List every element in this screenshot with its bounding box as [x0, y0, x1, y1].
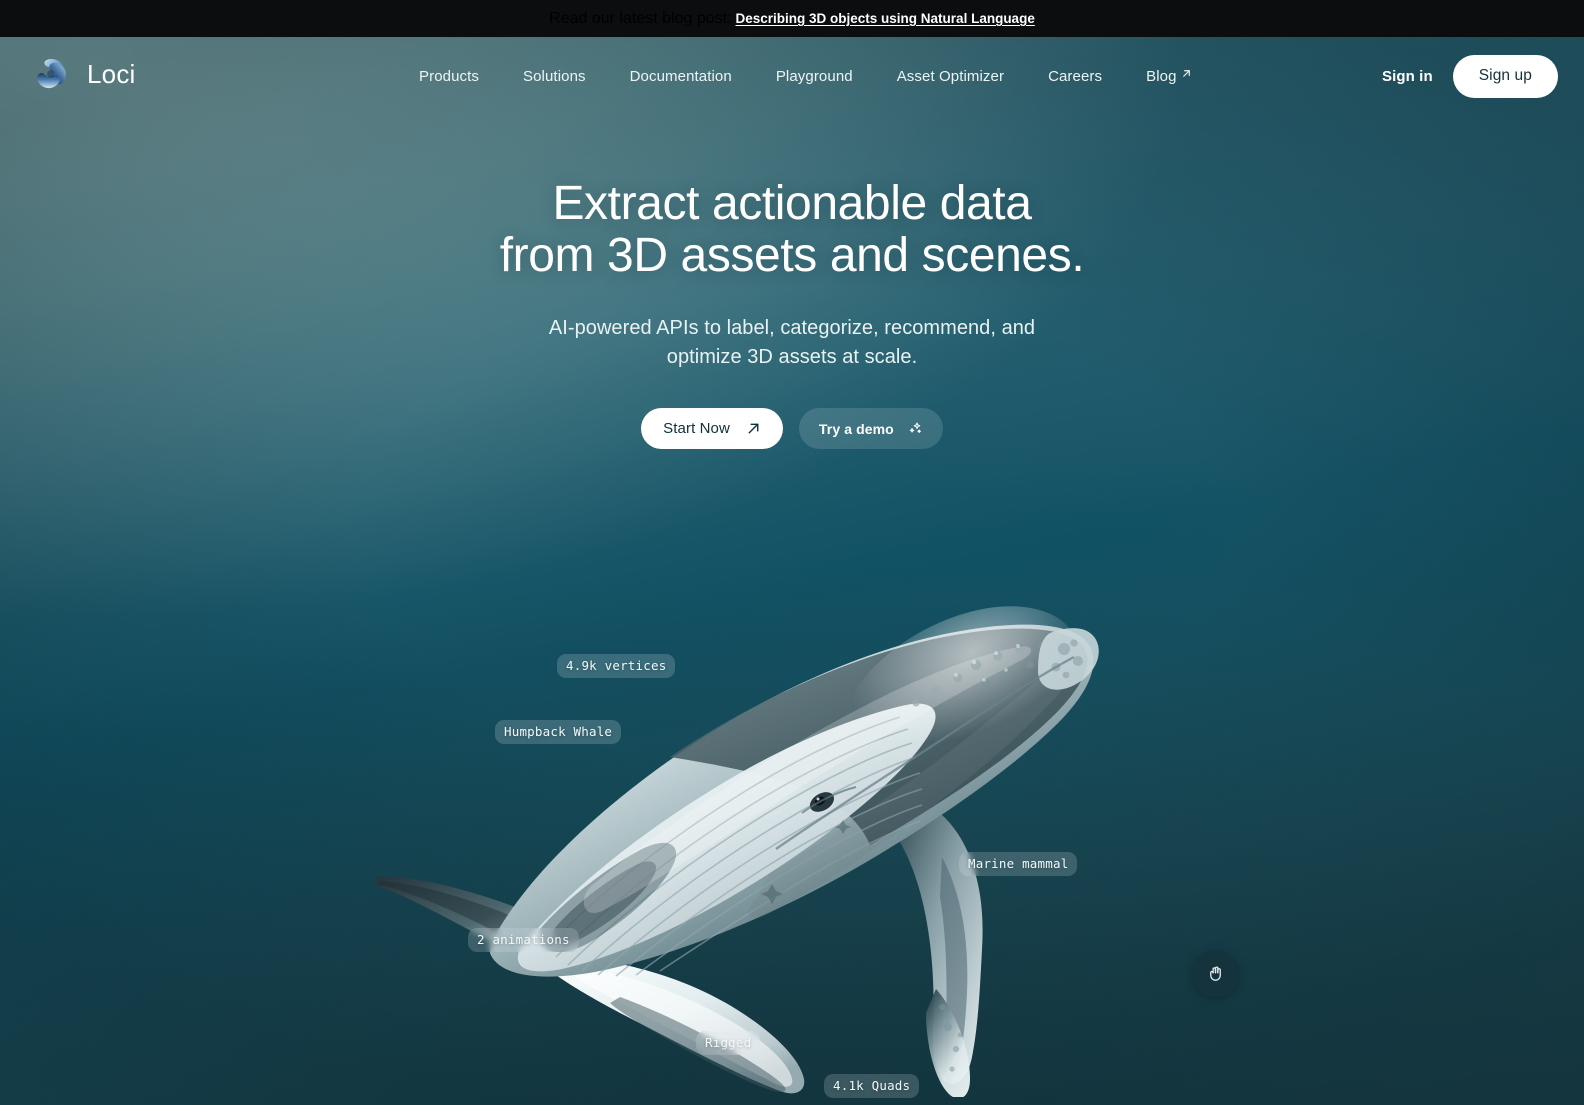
nav-actions: Sign in Sign up: [1382, 37, 1558, 115]
nav-item-blog-label: Blog: [1146, 67, 1177, 85]
nav-item-solutions[interactable]: Solutions: [501, 68, 608, 85]
grab-control-button[interactable]: [1192, 950, 1239, 997]
nav-item-playground-label: Playground: [775, 67, 853, 85]
hero-subtitle-line-2: optimize 3D assets at scale.: [666, 346, 918, 369]
sparkles-icon: [909, 422, 921, 434]
try-a-demo-label: Try a demo: [818, 420, 894, 437]
annotation-marine: Marine mammal: [959, 852, 1078, 876]
nav-item-documentation-label: Documentation: [629, 67, 732, 85]
nav-item-asset-optimizer[interactable]: Asset Optimizer: [875, 68, 1026, 85]
hero-page: 4.9k vertices Humpback Whale Marine mamm…: [0, 37, 1584, 1105]
annotation-species: Humpback Whale: [495, 720, 622, 744]
sign-up-button[interactable]: Sign up: [1452, 54, 1558, 98]
external-link-arrow-icon: [1182, 70, 1190, 77]
nav-item-products[interactable]: Products: [397, 68, 501, 85]
cta-row: Start Now Try a demo: [641, 408, 943, 450]
annotation-quads: 4.1k Quads: [824, 1074, 920, 1098]
brand-name: Loci: [87, 58, 136, 89]
hand-grab-icon: [1210, 966, 1221, 981]
nav-item-playground[interactable]: Playground: [754, 68, 875, 85]
start-now-label: Start Now: [663, 420, 730, 438]
annotation-animations: 2 animations: [468, 928, 579, 952]
sign-in-button[interactable]: Sign in: [1382, 68, 1433, 85]
try-a-demo-button[interactable]: Try a demo: [798, 408, 943, 450]
start-now-button[interactable]: Start Now: [641, 408, 783, 450]
nav-item-solutions-label: Solutions: [523, 67, 586, 85]
nav-links: Products Solutions Documentation Playgro…: [397, 37, 1214, 115]
nav-item-careers-label: Careers: [1048, 67, 1103, 85]
loci-swirl-logo-icon: [37, 59, 66, 89]
page-title: Extract actionable data from 3D assets a…: [499, 177, 1085, 283]
annotation-rigged: Rigged: [696, 1031, 761, 1055]
nav-item-documentation[interactable]: Documentation: [608, 68, 754, 85]
nav-item-products-label: Products: [419, 67, 479, 85]
arrow-up-right-icon: [748, 423, 759, 434]
brand-home-link[interactable]: Loci: [31, 54, 136, 94]
hero-title-line-1: Extract actionable data: [552, 177, 1032, 230]
main-navbar: Loci Products Solutions Documentation Pl…: [0, 37, 1584, 115]
hero-subtitle: AI-powered APIs to label, categorize, re…: [549, 314, 1035, 373]
hero-title-line-2: from 3D assets and scenes.: [499, 229, 1085, 283]
announcement-link[interactable]: Describing 3D objects using Natural Lang…: [736, 11, 1035, 26]
announcement-bar: Read our latest blog post: Describing 3D…: [0, 0, 1584, 37]
nav-item-blog[interactable]: Blog: [1124, 68, 1213, 85]
humpback-whale-model[interactable]: [370, 557, 1160, 1097]
announcement-text: Read our latest blog post:: [549, 9, 732, 27]
nav-item-careers[interactable]: Careers: [1026, 68, 1124, 85]
annotation-vertices: 4.9k vertices: [557, 654, 676, 678]
hero-subtitle-line-1: AI-powered APIs to label, categorize, re…: [548, 316, 1036, 339]
nav-item-asset-optimizer-label: Asset Optimizer: [896, 67, 1005, 85]
